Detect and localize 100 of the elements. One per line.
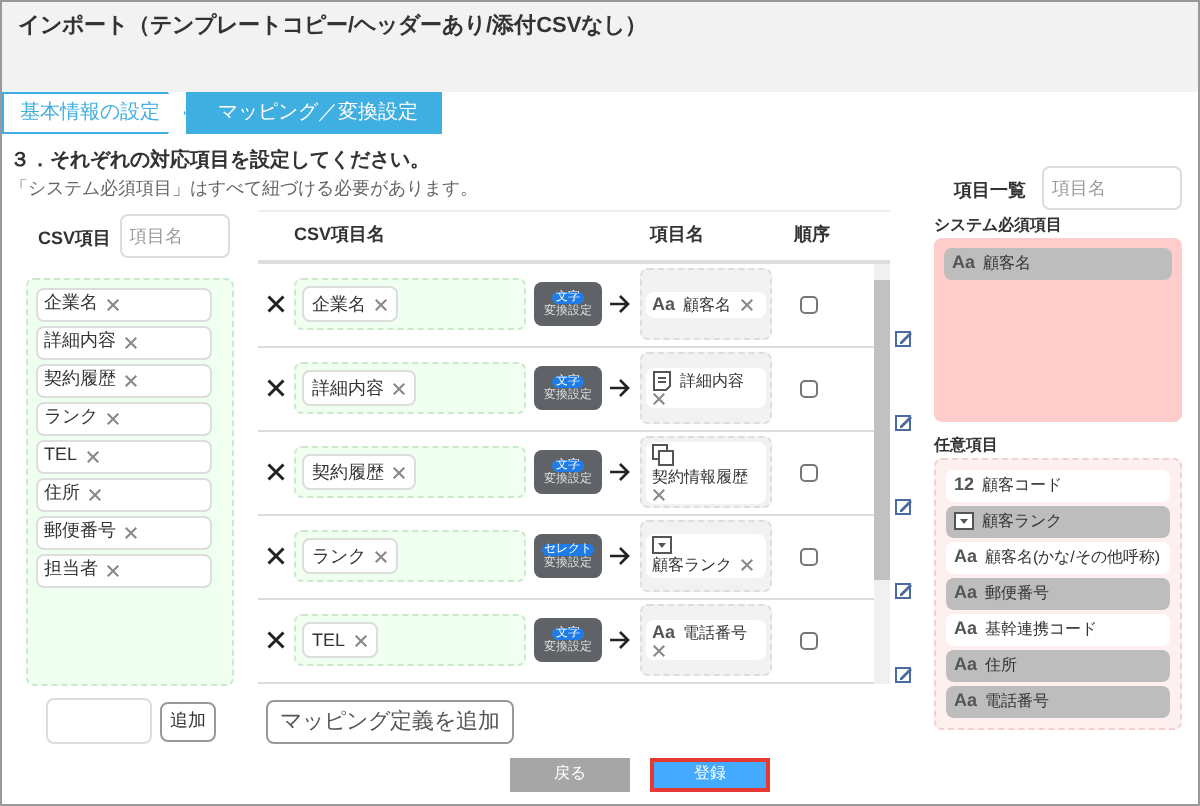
field-type-icon: Aa	[652, 293, 676, 316]
csv-item-chip[interactable]: 郵便番号	[36, 515, 212, 550]
arrow-icon	[610, 462, 632, 483]
document-icon	[652, 370, 672, 393]
csv-item-chip[interactable]: 住所	[36, 477, 212, 512]
instruction-note: 「システム必須項目」はすべて紐づける必要があります。	[8, 176, 480, 202]
field-list-item[interactable]: Aa 住所	[946, 649, 1170, 681]
remove-icon[interactable]	[652, 392, 666, 407]
remove-icon[interactable]	[652, 487, 666, 502]
linked-pages-icon	[652, 443, 674, 466]
remove-icon[interactable]	[106, 411, 120, 426]
field-drop-zone[interactable]: Aa 顧客名	[640, 268, 772, 341]
remove-icon[interactable]	[124, 335, 138, 350]
csv-item-chip[interactable]: ランク	[302, 538, 398, 575]
remove-icon[interactable]	[106, 297, 120, 312]
remove-icon[interactable]	[85, 449, 100, 464]
csv-item-chip[interactable]: TEL	[302, 622, 378, 659]
remove-icon[interactable]	[374, 297, 388, 312]
remove-icon[interactable]	[124, 525, 138, 540]
edit-icon[interactable]	[894, 327, 914, 348]
dropdown-icon	[652, 536, 672, 555]
csv-item-chip[interactable]: 企業名	[36, 287, 212, 322]
column-header: 項目名	[650, 221, 706, 248]
field-type-icon: Aa	[652, 622, 676, 645]
delete-row-icon[interactable]	[266, 462, 286, 483]
order-checkbox[interactable]	[800, 379, 818, 398]
field-list-item[interactable]: Aa 郵便番号	[946, 577, 1170, 609]
field-chip[interactable]: Aa 顧客名	[646, 291, 766, 318]
order-checkbox[interactable]	[800, 463, 818, 482]
field-drop-zone[interactable]: 顧客ランク	[640, 520, 772, 593]
field-type-icon: Aa	[954, 543, 978, 571]
search-field[interactable]: 項目名	[1042, 165, 1182, 209]
field-list-item[interactable]: Aa 顧客名(かな/その他呼称)	[946, 541, 1170, 573]
field-drop-zone[interactable]: 詳細内容	[640, 352, 772, 425]
csv-item-chip[interactable]: 企業名	[302, 286, 398, 323]
csv-item-chip[interactable]: 契約履歴	[302, 454, 416, 491]
panel-title: CSV項目	[36, 226, 112, 253]
add-mapping-button[interactable]: マッピング定義を追加	[266, 700, 514, 744]
search-field[interactable]: 項目名	[119, 213, 230, 258]
csv-item-chip[interactable]: TEL	[36, 439, 212, 474]
drop-zone[interactable]: 詳細内容	[294, 362, 526, 415]
field-list-item[interactable]: Aa 顧客名	[944, 247, 1172, 279]
edit-icon[interactable]	[894, 663, 914, 684]
dropdown-icon	[954, 512, 974, 530]
field-chip[interactable]: 詳細内容	[646, 368, 766, 409]
remove-icon[interactable]	[392, 381, 406, 396]
field-chip[interactable]: Aa 電話番号	[646, 620, 766, 661]
arrow-icon	[610, 378, 632, 399]
section-title: 任意項目	[934, 433, 1000, 457]
add-button[interactable]: 追加	[160, 701, 216, 741]
field-list-item[interactable]: Aa 電話番号	[946, 685, 1170, 717]
edit-icon[interactable]	[894, 411, 914, 432]
section-title: システム必須項目	[934, 213, 1064, 237]
column-header: 順序	[794, 221, 830, 248]
field-list-item[interactable]: Aa 基幹連携コード	[946, 613, 1170, 645]
delete-row-icon[interactable]	[266, 294, 286, 315]
edit-icon[interactable]	[894, 495, 914, 516]
remove-icon[interactable]	[374, 549, 388, 564]
field-list-item[interactable]: 12 顧客コード	[946, 469, 1170, 501]
remove-icon[interactable]	[106, 563, 120, 578]
remove-icon[interactable]	[88, 487, 102, 502]
order-checkbox[interactable]	[800, 631, 818, 650]
csv-item-chip[interactable]: 契約履歴	[36, 363, 212, 398]
remove-icon[interactable]	[392, 465, 406, 480]
drop-zone[interactable]: 企業名	[294, 278, 526, 331]
edit-icon[interactable]	[894, 579, 914, 600]
panel-title: 項目一覧	[951, 178, 1026, 204]
remove-icon[interactable]	[353, 633, 368, 648]
arrow-icon	[610, 294, 632, 315]
arrow-icon	[610, 630, 632, 651]
remove-icon[interactable]	[124, 373, 138, 388]
csv-item-chip[interactable]: 詳細内容	[36, 325, 212, 360]
field-type-icon: Aa	[952, 249, 976, 277]
order-checkbox[interactable]	[800, 547, 818, 566]
window-title: インポート（テンプレートコピー/ヘッダーあり/添付CSVなし）	[18, 11, 648, 42]
delete-row-icon[interactable]	[266, 546, 286, 567]
drop-zone[interactable]: ランク	[294, 530, 526, 583]
column-header: CSV項目名	[292, 221, 388, 248]
remove-icon[interactable]	[740, 558, 754, 573]
field-list-item[interactable]: 顧客ランク	[946, 505, 1170, 537]
field-type-icon: Aa	[954, 651, 978, 679]
field-type-icon: 12	[954, 471, 975, 499]
field-type-icon: Aa	[954, 615, 978, 643]
new-item-field[interactable]	[46, 698, 152, 744]
field-chip[interactable]: 顧客ランク	[646, 534, 766, 579]
field-type-icon: Aa	[954, 687, 978, 715]
drop-zone[interactable]: 契約履歴	[294, 446, 526, 499]
field-drop-zone[interactable]: Aa 電話番号	[640, 604, 772, 677]
delete-row-icon[interactable]	[266, 378, 286, 399]
instruction-heading: ３．それぞれの対応項目を設定してください。	[8, 146, 432, 176]
order-checkbox[interactable]	[800, 295, 818, 314]
remove-icon[interactable]	[652, 644, 666, 659]
csv-item-chip[interactable]: 担当者	[36, 553, 212, 588]
delete-row-icon[interactable]	[266, 630, 286, 651]
drop-zone[interactable]: TEL	[294, 614, 526, 667]
csv-item-chip[interactable]: 詳細内容	[302, 370, 416, 407]
csv-item-chip[interactable]: ランク	[36, 401, 212, 436]
arrow-icon	[610, 546, 632, 567]
field-type-icon: Aa	[954, 579, 978, 607]
remove-icon[interactable]	[739, 297, 754, 312]
